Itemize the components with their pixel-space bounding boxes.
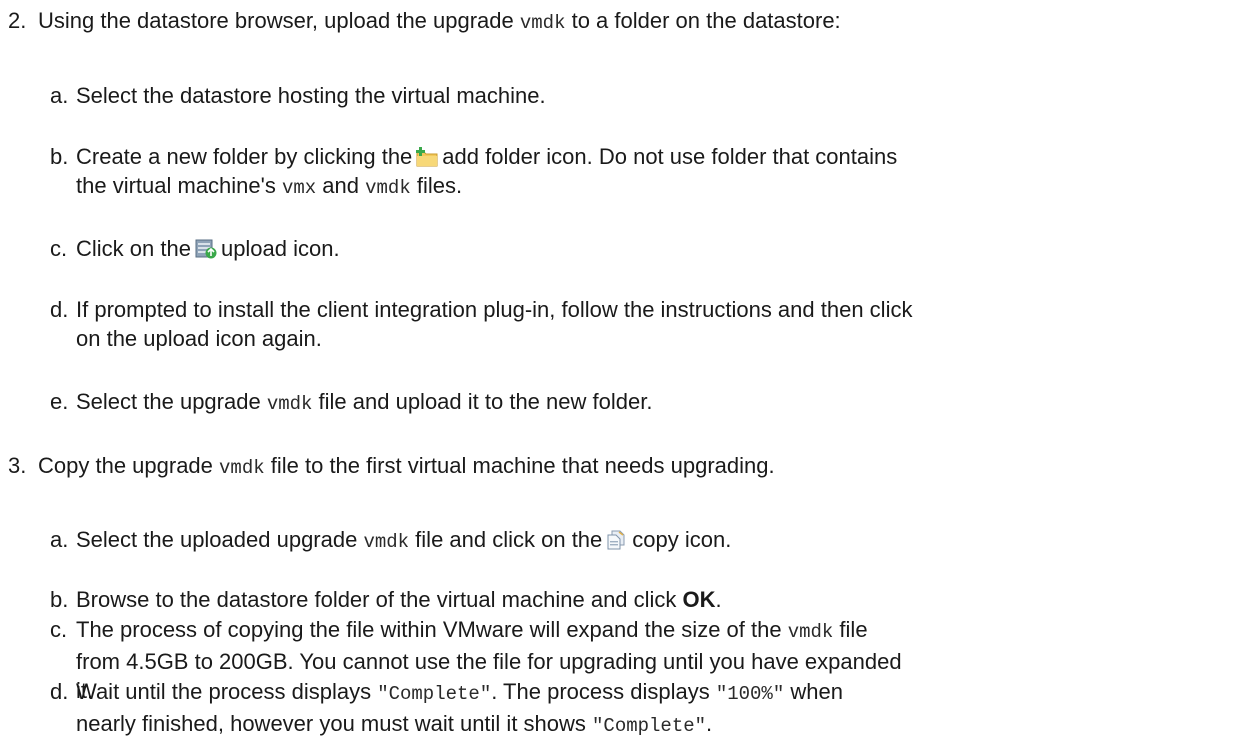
text-fragment: Browse to the datastore folder of the vi… xyxy=(76,587,683,612)
text-fragment: when xyxy=(784,679,843,704)
inline-code: vmdk xyxy=(219,457,265,479)
substep-letter: c. xyxy=(50,236,68,261)
step-text: Copy the upgrade vmdk file to the first … xyxy=(38,451,1205,483)
text-fragment: . xyxy=(715,587,722,612)
text-fragment: copy icon. xyxy=(632,527,732,552)
inline-code: vmdk xyxy=(266,393,313,415)
step-number: 2. xyxy=(8,8,27,33)
text-fragment: Wait until the process displays xyxy=(76,679,378,704)
text-fragment: . xyxy=(706,711,713,736)
text-fragment: the virtual machine's xyxy=(76,173,282,198)
step-number: 3. xyxy=(8,453,27,478)
inline-code: vmdk xyxy=(787,621,834,643)
inline-code: vmdk xyxy=(363,531,410,553)
substep-letter: a. xyxy=(50,527,69,552)
add-folder-icon xyxy=(416,147,438,167)
copy-icon xyxy=(607,530,625,550)
substep-text: Wait until the process displays "Complet… xyxy=(76,677,1205,741)
step-text: Using the datastore browser, upload the … xyxy=(38,6,1205,38)
text-fragment: upload icon. xyxy=(220,236,340,261)
substep-text: Create a new folder by clicking the add f… xyxy=(76,142,1205,203)
substep-letter: e. xyxy=(50,389,69,414)
text-fragment: on the upload icon again. xyxy=(76,326,322,351)
substep-letter: d. xyxy=(50,297,69,322)
substep-text: Select the uploaded upgrade vmdk file an… xyxy=(76,525,1205,557)
text-fragment: Copy the upgrade xyxy=(38,453,220,478)
inline-code: vmdk xyxy=(365,177,411,199)
text-fragment: file and upload it to the new folder. xyxy=(312,389,653,414)
substep-letter: b. xyxy=(50,587,69,612)
text-fragment: files. xyxy=(410,173,463,198)
substep-letter: a. xyxy=(50,83,69,108)
text-fragment: Select the upgrade xyxy=(76,389,267,414)
inline-code: vmdk xyxy=(519,12,566,34)
text-fragment: The process of copying the file within V… xyxy=(76,617,788,642)
substep-text: Browse to the datastore folder of the vi… xyxy=(76,585,1205,614)
text-fragment: nearly finished, however you must wait u… xyxy=(76,711,593,736)
text-fragment: Select the uploaded upgrade xyxy=(76,527,364,552)
upload-icon xyxy=(195,239,217,259)
text-fragment: and xyxy=(316,173,366,198)
text-fragment: file and click on the xyxy=(409,527,603,552)
text-fragment: . The process displays xyxy=(491,679,716,704)
inline-code: vmx xyxy=(281,177,317,199)
ok-label: OK xyxy=(682,587,716,612)
inline-code: "100%" xyxy=(715,683,785,705)
substep-letter: c. xyxy=(50,617,68,642)
substep-text: If prompted to install the client integr… xyxy=(76,295,1205,353)
substep-letter: d. xyxy=(50,679,69,704)
text-fragment: Click on the xyxy=(76,236,191,261)
text-fragment: to a folder on the datastore: xyxy=(565,8,841,33)
text-fragment: If prompted to install the client integr… xyxy=(76,297,913,322)
text-fragment: Create a new folder by clicking the xyxy=(76,144,413,169)
substep-text: Select the datastore hosting the virtual… xyxy=(76,83,546,108)
substep-letter: b. xyxy=(50,144,69,169)
substep-text: Select the upgrade vmdk file and upload … xyxy=(76,387,1205,419)
text-fragment: file to the first virtual machine that n… xyxy=(264,453,775,478)
substep-text: Click on the upload icon. xyxy=(76,234,1205,263)
document: 2. Using the datastore browser, upload t… xyxy=(0,0,1245,740)
text-fragment: from 4.5GB to 200GB. You cannot use the … xyxy=(76,649,902,674)
text-fragment: file xyxy=(833,617,868,642)
inline-code: "Complete" xyxy=(592,715,707,737)
text-fragment: add folder icon. Do not use folder that … xyxy=(442,144,898,169)
inline-code: "Complete" xyxy=(377,683,492,705)
text-fragment: Using the datastore browser, upload the … xyxy=(38,8,520,33)
